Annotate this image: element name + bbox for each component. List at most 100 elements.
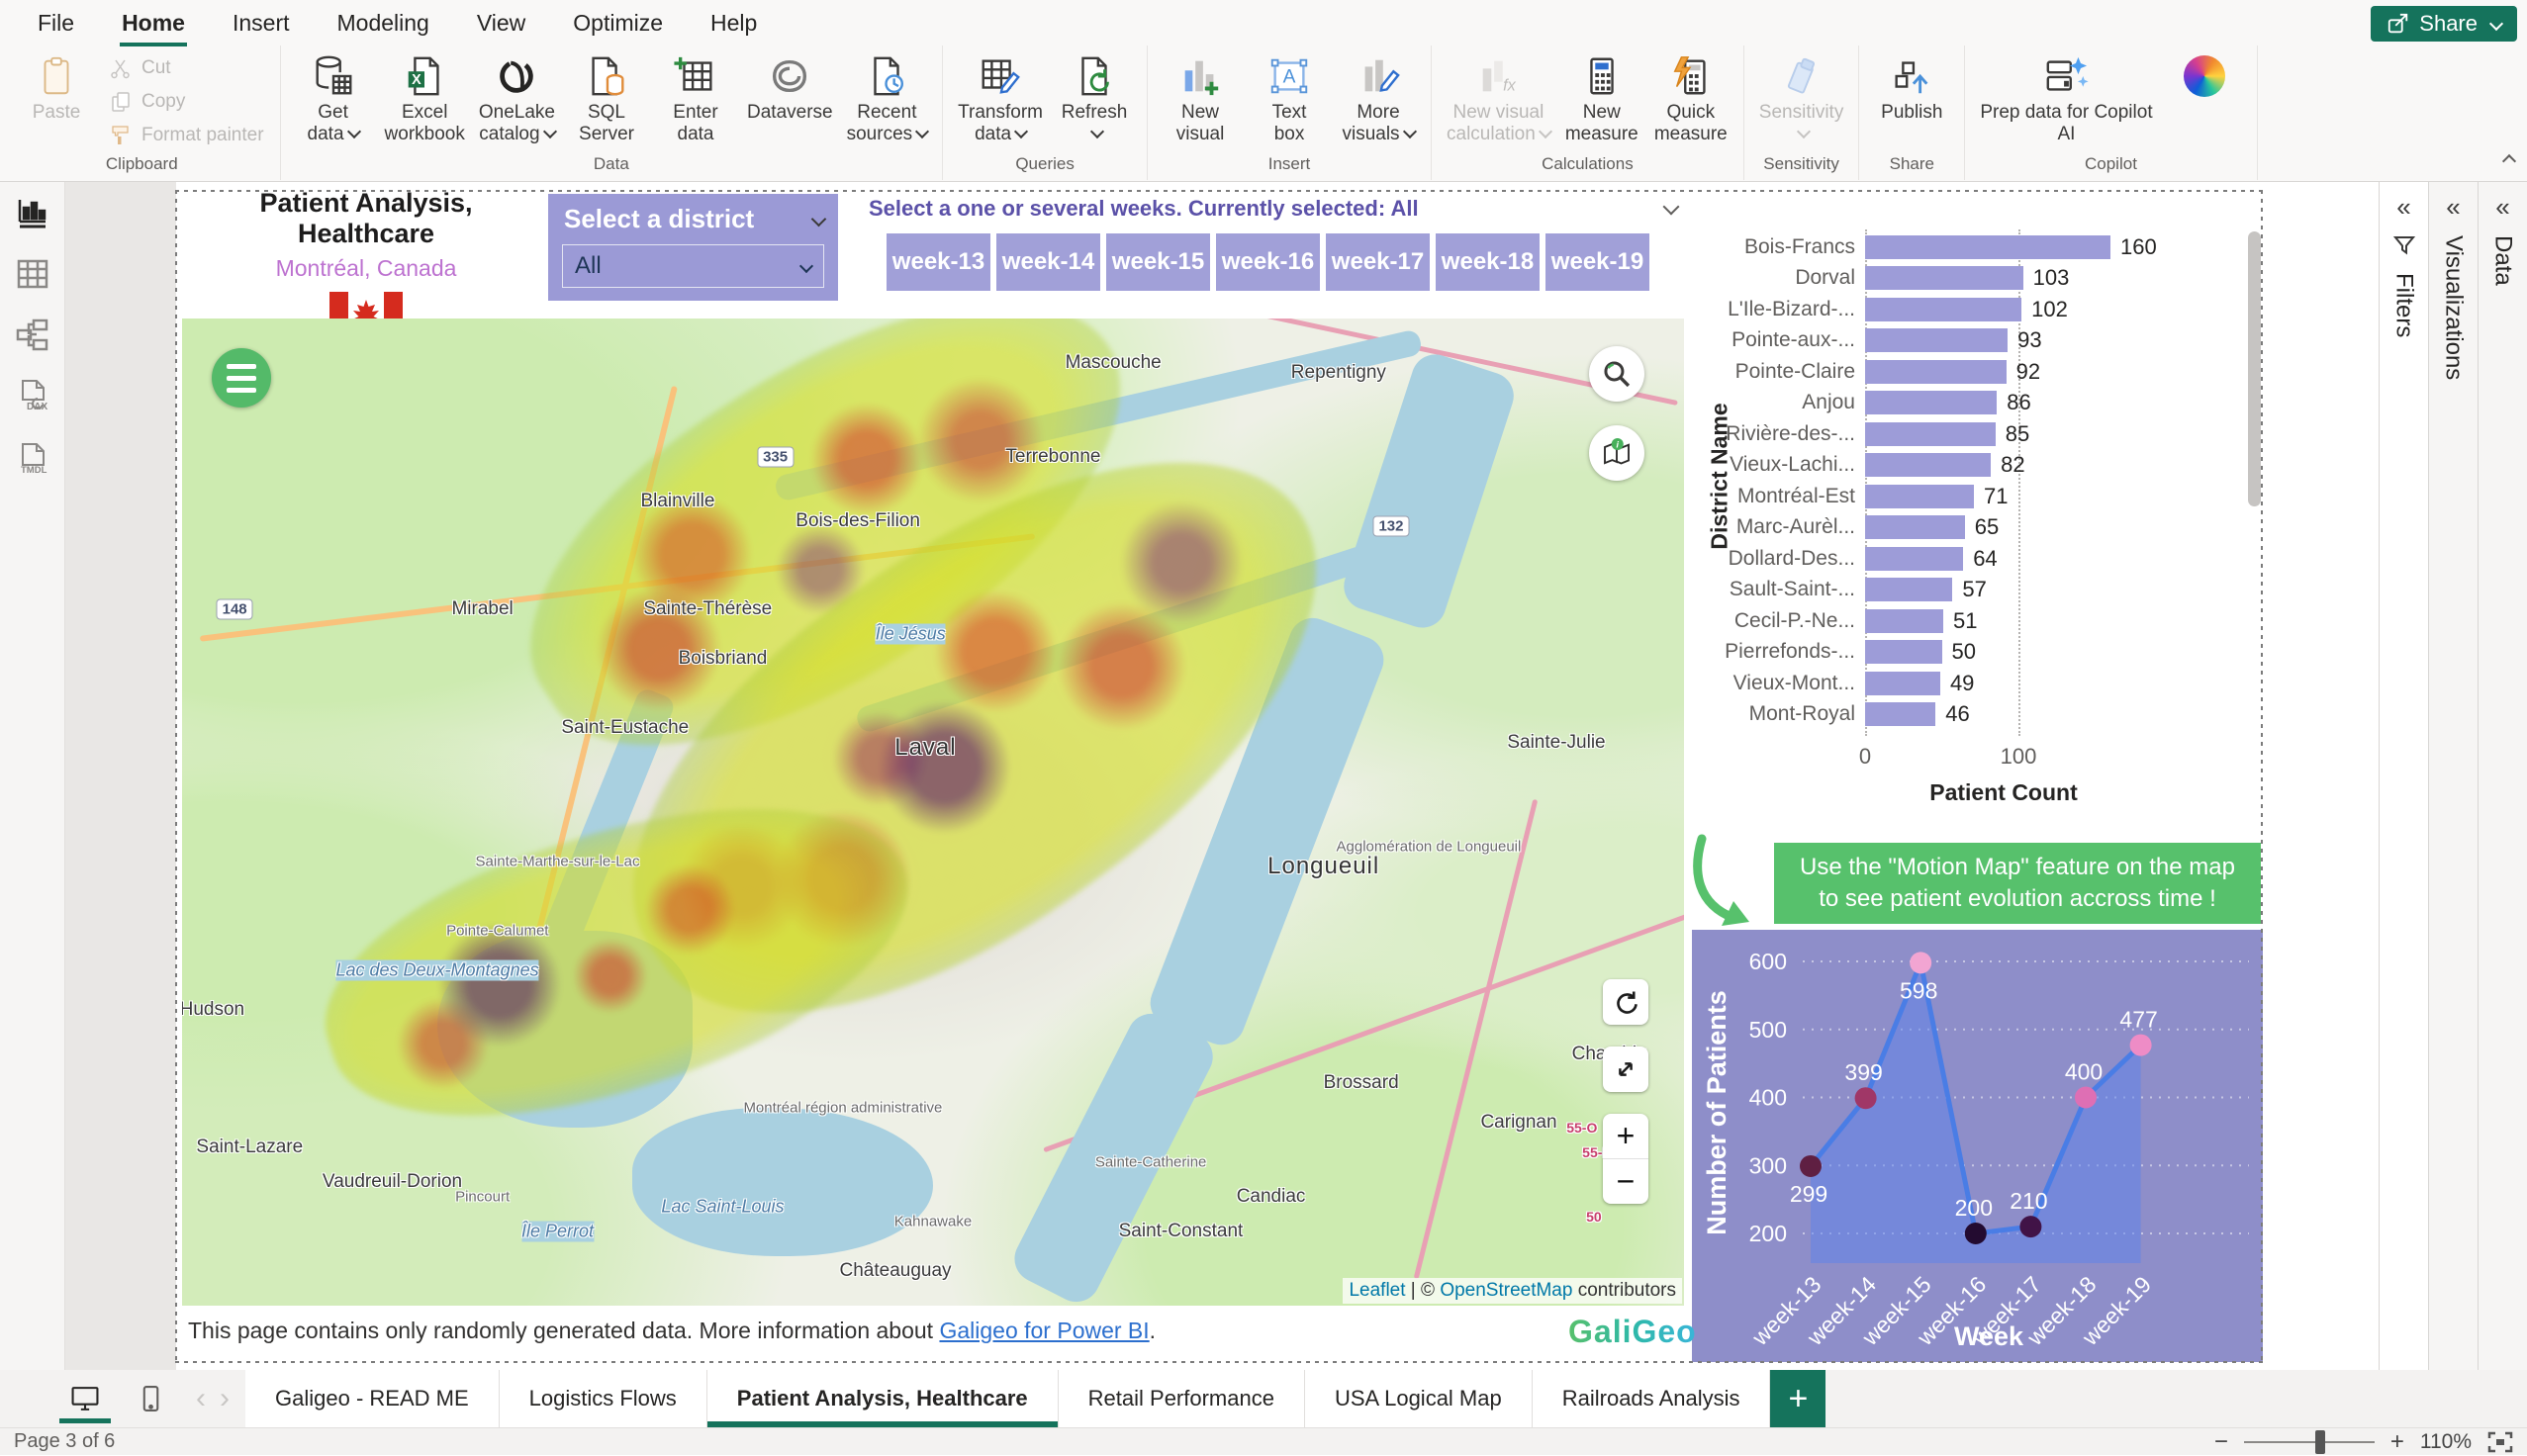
district-dropdown[interactable]: All — [562, 244, 824, 288]
data-panel[interactable]: « Data — [2478, 182, 2527, 1370]
bar[interactable] — [1865, 266, 2023, 290]
page-tab[interactable]: Logistics Flows — [500, 1370, 707, 1427]
menu-insert[interactable]: Insert — [209, 2, 314, 45]
bar-row[interactable]: L'Ile-Bizard-...102 — [1692, 294, 2263, 325]
bar-row[interactable]: Dollard-Des...64 — [1692, 543, 2263, 575]
new-measure-button[interactable]: Newmeasure — [1557, 46, 1646, 151]
recent-sources-button[interactable]: Recentsources — [840, 46, 935, 151]
bar[interactable] — [1865, 515, 1965, 539]
cut-button[interactable]: Cut — [101, 51, 272, 85]
dataverse-button[interactable]: Dataverse — [740, 46, 840, 129]
bar-row[interactable]: Dorval103 — [1692, 263, 2263, 295]
week-slicer-collapse[interactable] — [1660, 201, 1677, 221]
tmdl-view-button[interactable]: TMDL — [0, 427, 64, 489]
menu-optimize[interactable]: Optimize — [549, 2, 687, 45]
bar[interactable] — [1865, 235, 2110, 259]
map-zoom-out-button[interactable]: − — [1603, 1159, 1648, 1204]
page-tab[interactable]: Retail Performance — [1059, 1370, 1305, 1427]
expand-filters-icon[interactable]: « — [2396, 194, 2410, 220]
bar[interactable] — [1865, 640, 1942, 664]
dax-query-view-button[interactable]: DAX — [0, 366, 64, 427]
map-zoom-in-button[interactable]: + — [1603, 1114, 1648, 1159]
get-data-button[interactable]: Getdata — [289, 46, 378, 151]
bar[interactable] — [1865, 328, 2008, 352]
bar[interactable] — [1865, 485, 1974, 508]
map-visual[interactable]: MascoucheRepentignyTerrebonneBlainvilleB… — [182, 318, 1684, 1306]
expand-visualizations-icon[interactable]: « — [2446, 194, 2460, 220]
desktop-view-button[interactable] — [65, 1370, 105, 1427]
mobile-view-button[interactable] — [131, 1370, 170, 1427]
bar[interactable] — [1865, 578, 1952, 601]
quick-measure-button[interactable]: Quickmeasure — [1646, 46, 1735, 151]
next-page-chevron[interactable]: › — [220, 1382, 230, 1415]
menu-home[interactable]: Home — [98, 2, 209, 45]
collapse-ribbon-button[interactable] — [2499, 156, 2513, 170]
bar[interactable] — [1865, 298, 2021, 321]
galigeo-link[interactable]: Galigeo for Power BI — [939, 1318, 1149, 1343]
bar[interactable] — [1865, 453, 1991, 477]
bar[interactable] — [1865, 672, 1940, 695]
fit-to-page-button[interactable] — [2487, 1431, 2513, 1453]
bar-row[interactable]: Mont-Royal46 — [1692, 699, 2263, 731]
map-menu-button[interactable] — [212, 348, 271, 408]
new-visual-calculation-button[interactable]: fx New visualcalculation — [1440, 46, 1557, 151]
bar-row[interactable]: Pierrefonds-...50 — [1692, 637, 2263, 669]
weekly-line-chart[interactable]: 200300400500600299week-13399week-14598we… — [1692, 930, 2263, 1362]
bar[interactable] — [1865, 391, 1997, 414]
bar[interactable] — [1865, 547, 1963, 571]
menu-modeling[interactable]: Modeling — [314, 2, 453, 45]
expand-data-icon[interactable]: « — [2495, 194, 2509, 220]
prep-data-copilot-button[interactable]: Prep data for CopilotAI — [1973, 46, 2159, 151]
week-button[interactable]: week-13 — [887, 233, 990, 291]
bar[interactable] — [1865, 609, 1943, 633]
transform-data-button[interactable]: Transformdata — [951, 46, 1050, 151]
bar-row[interactable]: Rivière-des-...85 — [1692, 418, 2263, 450]
bar-row[interactable]: Montréal-Est71 — [1692, 481, 2263, 512]
page-tab[interactable]: Railroads Analysis — [1533, 1370, 1771, 1427]
bar-row[interactable]: Bois-Francs160 — [1692, 231, 2263, 263]
paste-button[interactable]: Paste — [12, 46, 101, 129]
map-layers-button[interactable]: i — [1589, 425, 1644, 481]
bar[interactable] — [1865, 422, 1996, 446]
map-expand-button[interactable] — [1603, 1046, 1648, 1092]
report-view-button[interactable] — [0, 182, 64, 243]
bar-row[interactable]: Anjou86 — [1692, 388, 2263, 419]
bar-row[interactable]: Cecil-P.-Ne...51 — [1692, 605, 2263, 637]
zoom-slider[interactable] — [2244, 1441, 2375, 1443]
format-painter-button[interactable]: Format painter — [101, 119, 272, 152]
add-page-button[interactable]: + — [1770, 1370, 1825, 1427]
share-button[interactable]: Share — [2371, 6, 2517, 42]
bar-row[interactable]: Vieux-Lachi...82 — [1692, 450, 2263, 482]
publish-button[interactable]: Publish — [1867, 46, 1956, 129]
menu-view[interactable]: View — [453, 2, 549, 45]
refresh-button[interactable]: Refresh — [1050, 46, 1139, 151]
model-view-button[interactable] — [0, 305, 64, 366]
week-button[interactable]: week-17 — [1326, 233, 1430, 291]
menu-help[interactable]: Help — [687, 2, 781, 45]
bar[interactable] — [1865, 360, 2007, 384]
sql-server-button[interactable]: SQLServer — [562, 46, 651, 151]
menu-file[interactable]: File — [14, 2, 98, 45]
map-refresh-button[interactable] — [1603, 979, 1648, 1025]
copilot-button[interactable] — [2160, 46, 2249, 129]
bar[interactable] — [1865, 702, 1935, 726]
week-button[interactable]: week-19 — [1545, 233, 1649, 291]
zoom-in-button[interactable]: + — [2390, 1428, 2404, 1456]
more-visuals-button[interactable]: Morevisuals — [1334, 46, 1423, 151]
page-tab[interactable]: Galigeo - READ ME — [245, 1370, 500, 1427]
onelake-catalog-button[interactable]: OneLakecatalog — [472, 46, 562, 151]
excel-workbook-button[interactable]: X Excelworkbook — [378, 46, 472, 151]
week-button[interactable]: week-16 — [1216, 233, 1320, 291]
visualizations-panel[interactable]: « Visualizations — [2428, 182, 2478, 1370]
new-visual-button[interactable]: Newvisual — [1156, 46, 1245, 151]
enter-data-button[interactable]: Enterdata — [651, 46, 740, 151]
district-bar-chart[interactable]: District Name Bois-Francs160Dorval103L'I… — [1692, 226, 2263, 841]
bar-chart-scrollbar[interactable] — [2248, 231, 2261, 506]
week-button[interactable]: week-15 — [1106, 233, 1210, 291]
osm-link[interactable]: OpenStreetMap — [1440, 1280, 1572, 1301]
bar-row[interactable]: Pointe-Claire92 — [1692, 356, 2263, 388]
bar-row[interactable]: Pointe-aux-...93 — [1692, 325, 2263, 357]
sensitivity-button[interactable]: Sensitivity — [1752, 46, 1851, 151]
table-view-button[interactable] — [0, 243, 64, 305]
bar-row[interactable]: Vieux-Mont...49 — [1692, 668, 2263, 699]
